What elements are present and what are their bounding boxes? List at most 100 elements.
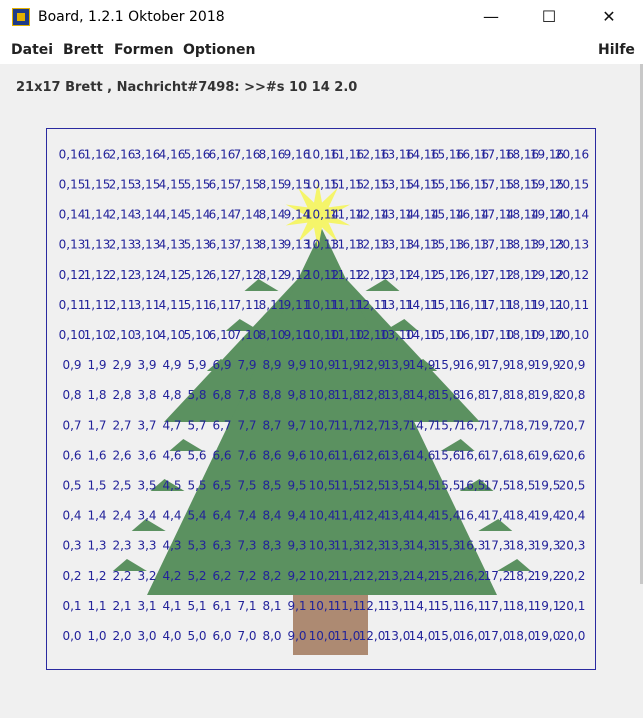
board-cell-label: 1,1 [87,599,106,613]
board-cell-label: 13,2 [384,569,411,583]
board-cell-label: 1,12 [84,268,111,282]
board-cell-label: 16,9 [459,358,486,372]
board-cell-label: 6,7 [212,418,231,432]
board-cell-label: 6,1 [212,599,231,613]
board-cell-label: 0,0 [62,629,81,643]
board-cell-label: 6,9 [212,358,231,372]
board-cell-label: 20,8 [559,388,586,402]
board-cell-label: 5,9 [187,358,206,372]
menu-hilfe[interactable]: Hilfe [598,42,635,58]
board-cell-label: 8,16 [259,147,286,161]
board-cell-label: 8,5 [262,479,281,493]
board-cell-label: 7,10 [234,328,261,342]
menu-formen[interactable]: Formen [114,42,174,58]
board-cell-label: 7,0 [237,629,256,643]
board-cell-label: 4,0 [162,629,181,643]
board-cell-label: 4,13 [159,238,186,252]
board-cell-label: 14,5 [409,479,436,493]
board-cell-label: 0,8 [62,388,81,402]
board-cell-label: 6,5 [212,479,231,493]
board-cell-label: 7,12 [234,268,261,282]
maximize-button[interactable]: ☐ [526,0,572,36]
board-cell-label: 7,5 [237,479,256,493]
board-cell-label: 8,11 [259,298,286,312]
board-cell-label: 2,0 [112,629,131,643]
board-cell-label: 1,6 [87,448,106,462]
board-cell-label: 18,2 [509,569,536,583]
window-title: Board, 1.2.1 Oktober 2018 [38,9,225,25]
board-cell-label: 6,13 [209,238,236,252]
board-cell-label: 4,5 [162,479,181,493]
board-cell-label: 14,2 [409,569,436,583]
board-cell-label: 8,3 [262,539,281,553]
board-cell-label: 0,2 [62,569,81,583]
board-cell-label: 3,7 [137,418,156,432]
board-cell-label: 11,9 [334,358,361,372]
close-button[interactable]: ✕ [586,0,632,36]
board-cell-label: 19,5 [534,479,561,493]
board-cell-label: 18,0 [509,629,536,643]
menu-optionen[interactable]: Optionen [183,42,255,58]
board-cell-label: 2,7 [112,418,131,432]
board-cell-label: 8,0 [262,629,281,643]
board-cell-label: 8,2 [262,569,281,583]
board-cell-label: 5,5 [187,479,206,493]
board-cell-label: 15,6 [434,448,461,462]
board-cell-label: 0,5 [62,479,81,493]
board-cell-label: 15,2 [434,569,461,583]
board-cell-label: 19,0 [534,629,561,643]
board-cell-label: 5,12 [184,268,211,282]
board-cell-label: 20,10 [555,328,589,342]
minimize-button[interactable]: — [468,0,514,36]
app-icon [12,8,30,26]
board-cell-label: 2,3 [112,539,131,553]
board-cell-label: 10,0 [309,629,336,643]
board-cell-label: 17,2 [484,569,511,583]
board-cell-label: 20,15 [555,178,589,192]
board-cell-label: 12,0 [359,629,386,643]
menu-brett[interactable]: Brett [63,42,103,58]
board-cell-label: 1,10 [84,328,111,342]
title-bar: Board, 1.2.1 Oktober 2018 — ☐ ✕ [0,0,643,36]
board-cell-label: 14,8 [409,388,436,402]
board-cell-label: 4,11 [159,298,186,312]
board-cell-label: 13,8 [384,388,411,402]
board-cell-label: 0,16 [59,147,86,161]
board-cell-label: 2,16 [109,147,136,161]
board-cell-label: 18,7 [509,418,536,432]
board-cell-label: 11,5 [334,479,361,493]
board-cell-label: 20,0 [559,629,586,643]
board-cell-label: 13,7 [384,418,411,432]
board-cell-label: 2,15 [109,178,136,192]
board-cell-label: 10,7 [309,418,336,432]
board-cell-label: 16,4 [459,509,486,523]
board-canvas[interactable]: 0,0 1,0 2,0 3,0 4,0 5,0 6,0 7,0 8,0 9,0 10,0 11,0 12… [46,128,596,670]
board-cell-label: 18,9 [509,358,536,372]
board-cell-label: 3,13 [134,238,161,252]
board-cell-label: 2,5 [112,479,131,493]
board-cell-label: 8,1 [262,599,281,613]
board-cell-label: 12,9 [359,358,386,372]
board-cell-label: 11,3 [334,539,361,553]
board-cell-label: 6,14 [209,208,236,222]
board-cell-label: 18,4 [509,509,536,523]
board-cell-label: 14,4 [409,509,436,523]
board-cell-label: 0,7 [62,418,81,432]
board-cell-label: 2,2 [112,569,131,583]
board-cell-label: 2,13 [109,238,136,252]
board-cell-label: 0,13 [59,238,86,252]
board-cell-label: 14,1 [409,599,436,613]
board-cell-label: 20,13 [555,238,589,252]
board-cell-label: 19,4 [534,509,561,523]
board-cell-label: 16,5 [459,479,486,493]
board-cell-label: 10,6 [309,448,336,462]
board-cell-label: 5,14 [184,208,211,222]
board-cell-label: 9,8 [287,388,306,402]
board-cell-label: 16,6 [459,448,486,462]
board-drawing[interactable]: 0,0 1,0 2,0 3,0 4,0 5,0 6,0 7,0 8,0 9,0 10,011,012… [47,129,595,669]
board-cell-label: 15,7 [434,418,461,432]
board-cell-label: 9,4 [287,509,306,523]
menu-datei[interactable]: Datei [11,42,53,58]
board-cell-label: 20,7 [559,418,586,432]
board-cell-label: 4,7 [162,418,181,432]
